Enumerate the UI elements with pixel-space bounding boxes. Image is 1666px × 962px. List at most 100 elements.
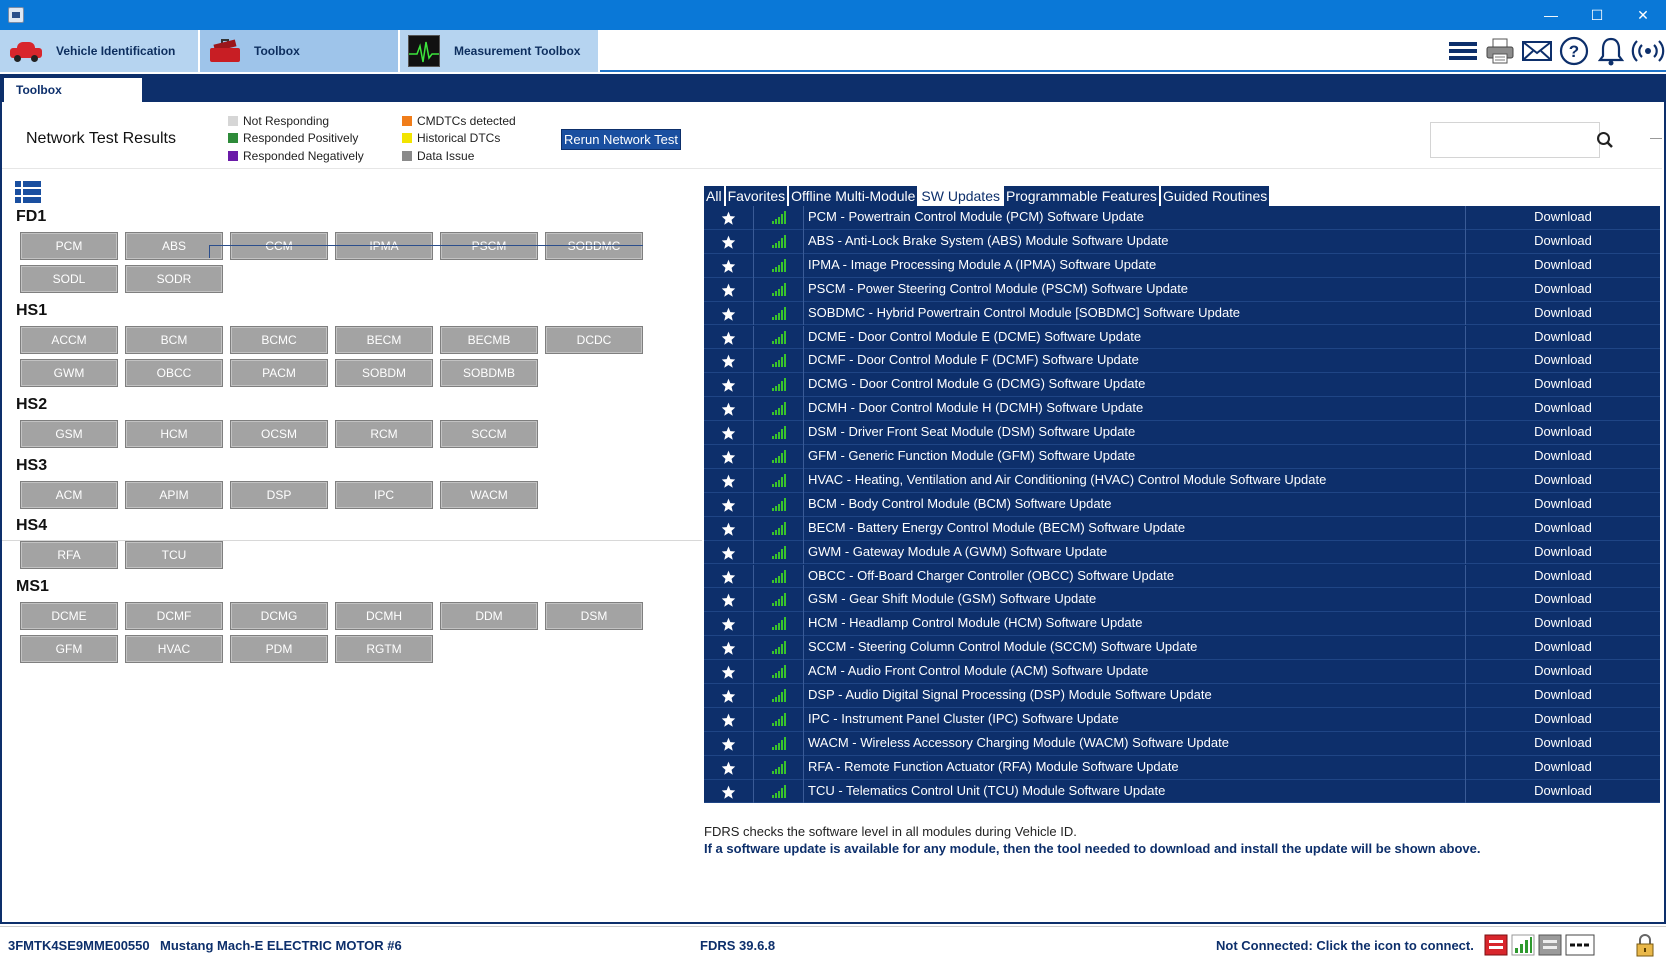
module-button-gwm[interactable]: GWM (20, 359, 118, 387)
printer-icon[interactable] (1481, 30, 1518, 72)
download-link[interactable]: Download (1466, 206, 1660, 230)
module-button-sodr[interactable]: SODR (125, 265, 223, 293)
module-button-pcm[interactable]: PCM (20, 232, 118, 260)
list-view-icon[interactable] (15, 181, 41, 203)
favorite-star-icon[interactable] (704, 373, 754, 398)
download-link[interactable]: Download (1466, 636, 1660, 660)
favorite-star-icon[interactable] (704, 492, 754, 517)
download-link[interactable]: Download (1466, 302, 1660, 326)
table-row[interactable]: PCM - Powertrain Control Module (PCM) So… (704, 206, 1660, 230)
minimize-button[interactable]: — (1528, 0, 1574, 30)
download-link[interactable]: Download (1466, 230, 1660, 254)
download-link[interactable]: Download (1466, 445, 1660, 469)
download-link[interactable]: Download (1466, 373, 1660, 397)
module-button-acm[interactable]: ACM (20, 481, 118, 509)
download-link[interactable]: Download (1466, 660, 1660, 684)
tab-programmable-features[interactable]: Programmable Features (1003, 186, 1159, 206)
download-link[interactable]: Download (1466, 254, 1660, 278)
table-row[interactable]: DSM - Driver Front Seat Module (DSM) Sof… (704, 421, 1660, 445)
table-row[interactable]: HCM - Headlamp Control Module (HCM) Soft… (704, 612, 1660, 637)
module-button-rcm[interactable]: RCM (335, 420, 433, 448)
favorite-star-icon[interactable] (704, 707, 754, 732)
table-row[interactable]: IPMA - Image Processing Module A (IPMA) … (704, 253, 1660, 278)
table-row[interactable]: GWM - Gateway Module A (GWM) Software Up… (704, 540, 1660, 565)
download-link[interactable]: Download (1466, 397, 1660, 421)
download-link[interactable]: Download (1466, 541, 1660, 565)
table-row[interactable]: OBCC - Off-Board Charger Controller (OBC… (704, 564, 1660, 589)
module-button-pscm[interactable]: PSCM (440, 232, 538, 260)
module-button-dsm[interactable]: DSM (545, 602, 643, 630)
download-link[interactable]: Download (1466, 517, 1660, 541)
download-link[interactable]: Download (1466, 565, 1660, 589)
favorite-star-icon[interactable] (704, 660, 754, 684)
table-row[interactable]: ACM - Audio Front Control Module (ACM) S… (704, 660, 1660, 684)
module-button-dcmf[interactable]: DCMF (125, 602, 223, 630)
rerun-network-test-button[interactable]: Rerun Network Test (561, 129, 681, 150)
table-row[interactable]: DCMG - Door Control Module G (DCMG) Soft… (704, 373, 1660, 398)
module-button-apim[interactable]: APIM (125, 481, 223, 509)
tab-sw-updates[interactable]: SW Updates (919, 186, 1002, 206)
module-button-sodl[interactable]: SODL (20, 265, 118, 293)
module-button-rfa[interactable]: RFA (20, 541, 118, 569)
favorite-star-icon[interactable] (704, 397, 754, 422)
download-link[interactable]: Download (1466, 780, 1660, 804)
tab-offline-multi-module[interactable]: Offline Multi-Module (789, 186, 918, 206)
table-row[interactable]: BECM - Battery Energy Control Module (BE… (704, 516, 1660, 541)
favorite-star-icon[interactable] (704, 684, 754, 708)
module-button-accm[interactable]: ACCM (20, 326, 118, 354)
module-button-wacm[interactable]: WACM (440, 481, 538, 509)
module-button-sccm[interactable]: SCCM (440, 420, 538, 448)
download-link[interactable]: Download (1466, 588, 1660, 612)
module-button-dcme[interactable]: DCME (20, 602, 118, 630)
favorite-star-icon[interactable] (704, 277, 754, 302)
module-button-hcm[interactable]: HCM (125, 420, 223, 448)
table-row[interactable]: TCU - Telematics Control Unit (TCU) Modu… (704, 779, 1660, 804)
table-row[interactable]: ABS - Anti-Lock Brake System (ABS) Modul… (704, 229, 1660, 254)
favorite-star-icon[interactable] (704, 468, 754, 493)
table-row[interactable]: DSP - Audio Digital Signal Processing (D… (704, 684, 1660, 708)
favorite-star-icon[interactable] (704, 636, 754, 661)
vci-gray-icon[interactable] (1538, 934, 1562, 956)
favorite-star-icon[interactable] (704, 349, 754, 374)
module-button-ipma[interactable]: IPMA (335, 232, 433, 260)
favorite-star-icon[interactable] (704, 612, 754, 637)
module-button-dcmh[interactable]: DCMH (335, 602, 433, 630)
module-button-tcu[interactable]: TCU (125, 541, 223, 569)
favorite-star-icon[interactable] (704, 301, 754, 326)
module-button-rgtm[interactable]: RGTM (335, 635, 433, 663)
module-button-sobdmb[interactable]: SOBDMB (440, 359, 538, 387)
table-row[interactable]: DCME - Door Control Module E (DCME) Soft… (704, 325, 1660, 350)
search-icon[interactable] (1596, 131, 1614, 149)
favorite-star-icon[interactable] (704, 325, 754, 350)
download-link[interactable]: Download (1466, 732, 1660, 756)
tab-guided-routines[interactable]: Guided Routines (1160, 186, 1270, 206)
favorite-star-icon[interactable] (704, 540, 754, 565)
wireless-icon[interactable] (1629, 30, 1666, 72)
module-button-pdm[interactable]: PDM (230, 635, 328, 663)
download-link[interactable]: Download (1466, 708, 1660, 732)
download-link[interactable]: Download (1466, 756, 1660, 780)
module-button-becmb[interactable]: BECMB (440, 326, 538, 354)
table-row[interactable]: SOBDMC - Hybrid Powertrain Control Modul… (704, 301, 1660, 326)
table-row[interactable]: PSCM - Power Steering Control Module (PS… (704, 277, 1660, 302)
module-button-dcmg[interactable]: DCMG (230, 602, 328, 630)
close-button[interactable]: ✕ (1620, 0, 1666, 30)
bell-icon[interactable] (1592, 30, 1629, 72)
favorite-star-icon[interactable] (704, 755, 754, 780)
help-icon[interactable]: ? (1555, 30, 1592, 72)
table-row[interactable]: RFA - Remote Function Actuator (RFA) Mod… (704, 755, 1660, 780)
signal-green-icon[interactable] (1511, 934, 1535, 956)
maximize-button[interactable]: ☐ (1574, 0, 1620, 30)
download-link[interactable]: Download (1466, 684, 1660, 708)
vci-red-icon[interactable] (1484, 934, 1508, 956)
table-row[interactable]: DCMH - Door Control Module H (DCMH) Soft… (704, 397, 1660, 422)
table-row[interactable]: GFM - Generic Function Module (GFM) Soft… (704, 445, 1660, 469)
favorite-star-icon[interactable] (704, 779, 754, 804)
search-input[interactable] (1430, 122, 1600, 158)
menu-icon[interactable] (1444, 30, 1481, 72)
table-row[interactable]: GSM - Gear Shift Module (GSM) Software U… (704, 588, 1660, 613)
favorite-star-icon[interactable] (704, 229, 754, 254)
mail-icon[interactable] (1518, 30, 1555, 72)
favorite-star-icon[interactable] (704, 516, 754, 541)
module-button-obcc[interactable]: OBCC (125, 359, 223, 387)
